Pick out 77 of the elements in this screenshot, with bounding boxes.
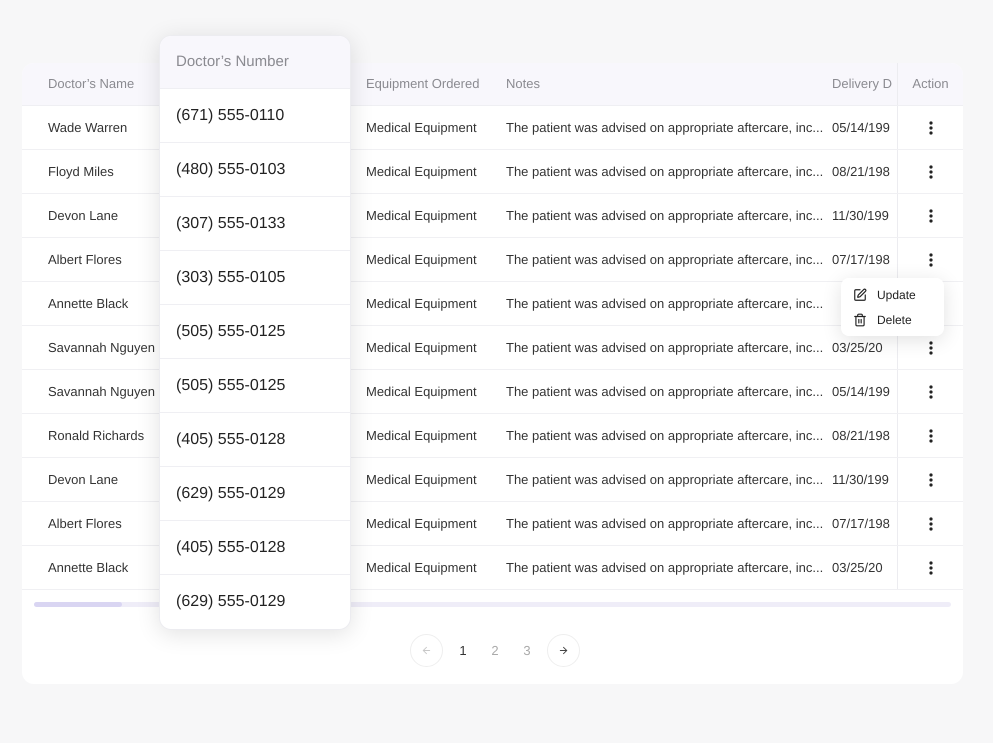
- phone-number: (303) 555-0105: [176, 268, 286, 288]
- delivery-date: 07/17/198: [832, 250, 890, 269]
- more-icon: [928, 516, 932, 530]
- panel-title: Doctor’s Number: [176, 52, 289, 72]
- doctor-name: Floyd Miles: [48, 162, 114, 181]
- column-header: Notes: [506, 75, 540, 94]
- more-icon: [928, 164, 932, 178]
- more-icon: [928, 252, 932, 266]
- equipment-text: Medical Equipment: [366, 338, 477, 357]
- doctor-name: Devon Lane: [48, 470, 118, 489]
- phone-number: (307) 555-0133: [176, 214, 286, 234]
- doctor-name: Wade Warren: [48, 118, 128, 137]
- delivery-date: 05/14/199: [832, 118, 890, 137]
- column-header: Action: [912, 75, 949, 94]
- trash-icon: [853, 312, 867, 326]
- equipment-text: Medical Equipment: [366, 470, 477, 489]
- delivery-date: 03/25/20: [832, 338, 883, 357]
- delivery-date: 08/21/198: [832, 426, 890, 445]
- equipment-text: Medical Equipment: [366, 426, 477, 445]
- phone-number: (405) 555-0128: [176, 430, 286, 450]
- column-header: Equipment Ordered: [366, 75, 480, 94]
- more-icon: [928, 428, 932, 442]
- doctor-name: Albert Flores: [48, 514, 122, 533]
- menu-item[interactable]: Update: [841, 282, 944, 307]
- notes-text: The patient was advised on appropriate aftercare, inc...: [506, 558, 824, 577]
- delivery-date: 11/30/199: [832, 206, 889, 225]
- equipment-text: Medical Equipment: [366, 294, 477, 313]
- doctor-name: Devon Lane: [48, 206, 118, 225]
- more-icon: [928, 384, 932, 398]
- menu-item[interactable]: Delete: [841, 307, 944, 332]
- equipment-text: Medical Equipment: [366, 514, 477, 533]
- notes-text: The patient was advised on appropriate aftercare, inc...: [506, 118, 824, 137]
- phone-number: (629) 555-0129: [176, 484, 286, 504]
- doctor-name: Albert Flores: [48, 250, 122, 269]
- notes-text: The patient was advised on appropriate aftercare, inc...: [506, 250, 824, 269]
- doctor-name: Annette Black: [48, 558, 128, 577]
- arrow-left-icon: [421, 645, 432, 656]
- doctor-name: Savannah Nguyen: [48, 338, 155, 357]
- notes-text: The patient was advised on appropriate aftercare, inc...: [506, 338, 824, 357]
- notes-text: The patient was advised on appropriate aftercare, inc...: [506, 162, 824, 181]
- notes-text: The patient was advised on appropriate aftercare, inc...: [506, 470, 824, 489]
- more-icon: [928, 340, 932, 354]
- more-icon: [928, 560, 932, 574]
- scrollbar-thumb[interactable]: [34, 602, 122, 607]
- phone-number: (505) 555-0125: [176, 322, 286, 342]
- notes-text: The patient was advised on appropriate aftercare, inc...: [506, 382, 824, 401]
- notes-text: The patient was advised on appropriate aftercare, inc...: [506, 426, 824, 445]
- doctor-name: Annette Black: [48, 294, 128, 313]
- equipment-text: Medical Equipment: [366, 250, 477, 269]
- phone-number: (629) 555-0129: [176, 592, 286, 612]
- phone-number: (671) 555-0110: [176, 106, 284, 126]
- notes-text: The patient was advised on appropriate aftercare, inc...: [506, 206, 824, 225]
- column-header: Delivery D: [832, 75, 892, 94]
- more-icon: [928, 120, 932, 134]
- equipment-text: Medical Equipment: [366, 118, 477, 137]
- delivery-date: 03/25/20: [832, 558, 883, 577]
- equipment-text: Medical Equipment: [366, 382, 477, 401]
- phone-number: (505) 555-0125: [176, 376, 286, 396]
- more-icon: [928, 208, 932, 222]
- equipment-text: Medical Equipment: [366, 206, 477, 225]
- column-header: Doctor’s Name: [48, 75, 134, 94]
- arrow-right-icon: [558, 645, 569, 656]
- delivery-date: 11/30/199: [832, 470, 889, 489]
- delivery-date: 07/17/198: [832, 514, 890, 533]
- equipment-text: Medical Equipment: [366, 558, 477, 577]
- doctor-name: Savannah Nguyen: [48, 382, 155, 401]
- more-icon: [928, 472, 932, 486]
- doctor-name: Ronald Richards: [48, 426, 144, 445]
- delivery-date: 05/14/199: [832, 382, 890, 401]
- phone-number: (480) 555-0103: [176, 160, 286, 180]
- delivery-date: 08/21/198: [832, 162, 890, 181]
- notes-text: The patient was advised on appropriate aftercare, inc...: [506, 294, 824, 313]
- notes-text: The patient was advised on appropriate aftercare, inc...: [506, 514, 824, 533]
- page-number[interactable]: 1: [451, 634, 475, 667]
- edit-icon: [853, 288, 867, 302]
- equipment-text: Medical Equipment: [366, 162, 477, 181]
- phone-number: (405) 555-0128: [176, 538, 286, 558]
